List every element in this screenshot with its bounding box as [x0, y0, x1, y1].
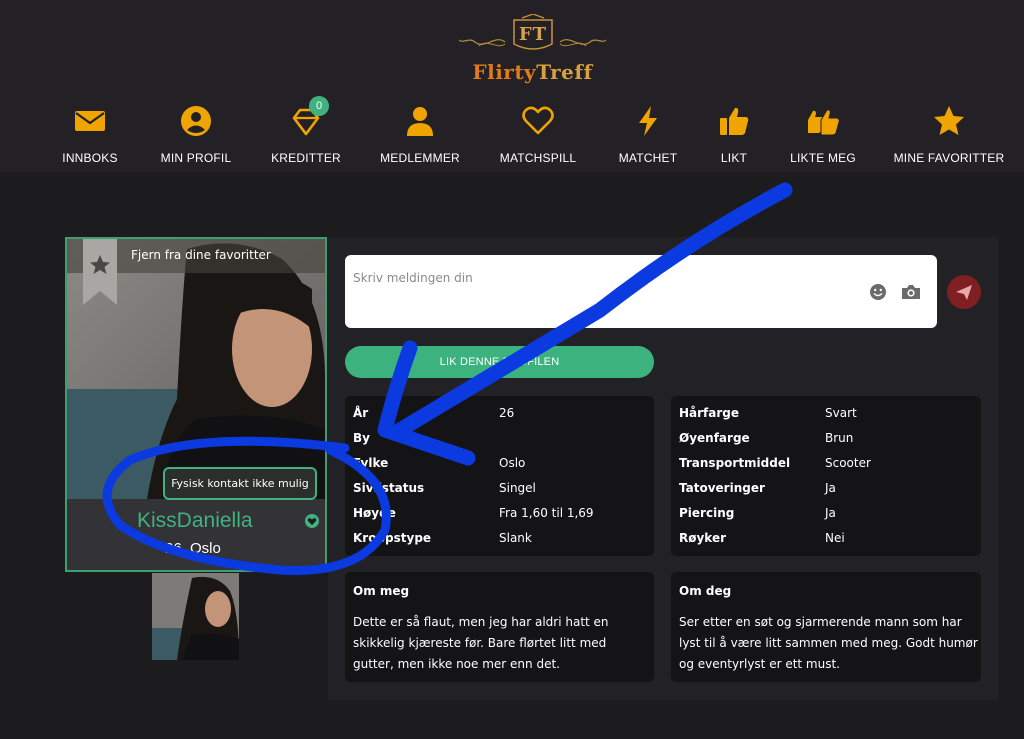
like-profile-button[interactable]: LIK DENNE PROFILEN [345, 346, 654, 378]
about-you-text: Ser etter en søt og sjarmerende mann som… [679, 615, 978, 671]
nav-item-mine-favoritter[interactable]: MINE FAVORITTER [884, 104, 1014, 165]
detail-value: Nei [825, 531, 845, 545]
nav-label: MINE FAVORITTER [893, 151, 1005, 165]
profile-thumbnail[interactable] [152, 573, 239, 660]
emoji-icon[interactable] [869, 283, 887, 301]
detail-key: Tatoveringer [679, 481, 765, 495]
detail-key: År [353, 406, 369, 420]
detail-value: Svart [825, 406, 857, 420]
heart-status-icon [305, 514, 319, 528]
about-you-title: Om deg [679, 584, 732, 598]
detail-key: By [353, 431, 370, 445]
lightning-icon [639, 106, 657, 136]
user-circle-icon [181, 106, 211, 136]
logo-monogram: FT [518, 24, 548, 45]
about-me-text: Dette er så flaut, men jeg har aldri hat… [353, 615, 609, 671]
paper-plane-icon [956, 285, 972, 300]
send-message-button[interactable] [947, 275, 981, 309]
nav-label: MEDLEMMER [380, 151, 460, 165]
nav-item-kreditter[interactable]: 0 KREDITTER [241, 96, 371, 165]
about-me-box: Om meg Dette er så flaut, men jeg har al… [345, 572, 654, 682]
detail-value: Singel [499, 481, 536, 495]
message-placeholder: Skriv meldingen din [353, 271, 473, 285]
thumbs-up-icon [720, 107, 749, 135]
remove-favorite-link[interactable]: Fjern fra dine favoritter [131, 248, 271, 262]
envelope-icon [75, 111, 105, 131]
credit-count-badge: 0 [309, 96, 329, 116]
star-icon [934, 106, 964, 135]
logo-ornament-right [559, 39, 607, 47]
message-input[interactable]: Skriv meldingen din [345, 255, 937, 328]
detail-value: 26 [499, 406, 515, 420]
profile-age-city: 26, Oslo [165, 540, 221, 557]
detail-key: Piercing [679, 506, 735, 520]
logo-badge: FT [508, 14, 558, 54]
nav-item-medlemmer[interactable]: MEDLEMMER [355, 104, 485, 165]
detail-key: Øyenfarge [679, 431, 750, 445]
logo-word-flirty: Flirty [472, 60, 537, 84]
physical-contact-tooltip: Fysisk kontakt ikke mulig [163, 467, 317, 500]
detail-key: Sivilstatus [353, 481, 425, 495]
detail-key: Kroppstype [353, 531, 432, 545]
nav-item-likte-meg[interactable]: LIKTE MEG [758, 104, 888, 165]
flirtytreff-logo[interactable]: FT FlirtyTreff [455, 14, 610, 94]
nav-label: KREDITTER [271, 151, 341, 165]
detail-value: Oslo [499, 456, 526, 470]
double-thumbs-up-icon [808, 109, 840, 136]
logo-ornament-left [458, 39, 506, 47]
detail-value: Scooter [825, 456, 871, 470]
about-me-title: Om meg [353, 584, 410, 598]
detail-key: Transportmiddel [679, 456, 791, 470]
bookmark-star-icon[interactable] [83, 239, 117, 305]
site-header: FT FlirtyTreff INNBOKS MIN PROFIL 0 KRED… [0, 0, 1024, 172]
detail-value: Slank [499, 531, 532, 545]
detail-key: Høyde [353, 506, 396, 520]
detail-value: Brun [825, 431, 854, 445]
detail-key: Fylke [353, 456, 389, 470]
details-box-right: Hårfarge Svart Øyenfarge Brun Transportmid… [671, 396, 981, 556]
details-box-left: År 26 By Fylke Oslo Sivilstatus Singel Høyd… [345, 396, 654, 556]
logo-wordmark: FlirtyTreff [455, 60, 610, 84]
detail-value: Fra 1,60 til 1,69 [499, 506, 594, 520]
logo-word-treff: Treff [536, 60, 593, 84]
profile-card: Fjern fra dine favoritter KissDaniella 2… [65, 237, 327, 572]
person-icon [407, 107, 433, 136]
diamond-icon: 0 [289, 96, 329, 138]
detail-value: Ja [825, 481, 836, 495]
about-you-box: Om deg Ser etter en søt og sjarmerende m… [671, 572, 981, 682]
detail-key: Hårfarge [679, 406, 740, 420]
camera-icon[interactable] [901, 283, 921, 301]
heart-icon [522, 106, 554, 135]
detail-key: Røyker [679, 531, 727, 545]
detail-value: Ja [825, 506, 836, 520]
profile-username[interactable]: KissDaniella [137, 509, 253, 533]
nav-label: LIKTE MEG [790, 151, 856, 165]
